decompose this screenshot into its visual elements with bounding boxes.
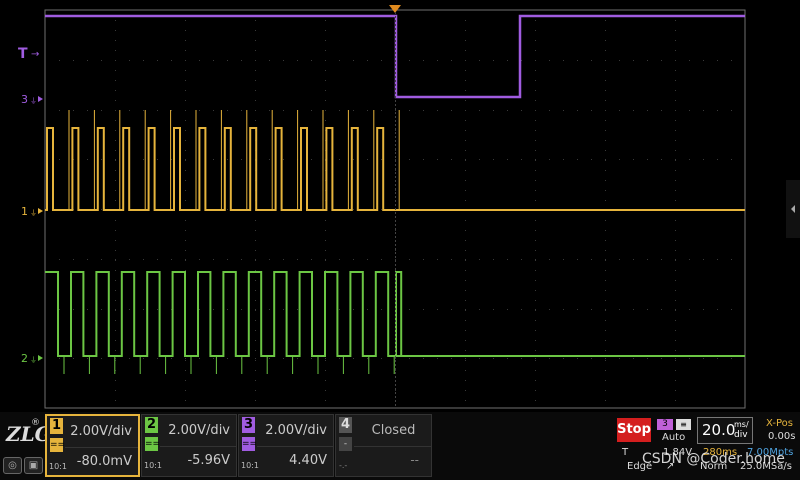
ch2-arrow-icon <box>38 355 43 361</box>
ch1-ground-icon: ⏚ <box>30 209 37 217</box>
ch1-arrow-icon <box>38 208 43 214</box>
ch2-spikes <box>63 356 395 374</box>
channel-3-number: 3 <box>242 417 255 433</box>
run-stop-button[interactable]: Stop <box>617 418 651 442</box>
ch1-ground-marker[interactable]: 1 <box>21 205 28 218</box>
xpos-value: 0.00s <box>768 431 796 442</box>
brand-logo-reg: ® <box>31 418 40 428</box>
dc-coupling-icon: == <box>145 437 161 451</box>
divider <box>65 447 138 448</box>
channel-3-panel[interactable]: 3 == 10:1 2.00V/div 4.40V <box>238 414 334 477</box>
channel-4-number: 4 <box>339 417 352 433</box>
channel-4-offset: -- <box>410 453 419 467</box>
probe-ratio: -.- <box>339 461 348 470</box>
waveform-display[interactable]: T → 3 ⏚ 1 ⏚ 2 ⏚ <box>0 0 800 412</box>
channel-1-scale: 2.00V/div <box>70 424 132 439</box>
screenshot-icon[interactable]: ◎ <box>3 457 22 474</box>
timebase-unit-top: ms/ <box>734 420 749 429</box>
timebase-unit-bottom: div <box>734 430 748 440</box>
probe-ratio: 10:1 <box>144 461 162 470</box>
probe-ratio: 10:1 <box>241 461 259 470</box>
trigger-mode[interactable]: Auto <box>662 432 685 443</box>
timebase-box[interactable]: 20.0 ms/ div <box>697 417 753 444</box>
channel-1-number: 1 <box>50 418 63 434</box>
channel-3-offset: 4.40V <box>289 453 327 468</box>
trigger-source-badge[interactable]: 3 <box>657 419 673 430</box>
channel-2-offset: -5.96V <box>187 453 230 468</box>
trigger-arrow-icon: → <box>31 49 39 60</box>
trigger-position-marker[interactable] <box>389 5 401 13</box>
timebase-value: 20.0 <box>702 421 736 439</box>
channel-2-number: 2 <box>145 417 158 433</box>
dc-coupling-icon: == <box>242 437 258 451</box>
channel-4-panel[interactable]: 4 - -.- Closed -- <box>335 414 432 477</box>
channel-3-scale: 2.00V/div <box>265 423 327 438</box>
dc-coupling-icon: == <box>50 438 66 452</box>
channel-4-status: Closed <box>371 423 416 438</box>
ch3-ground-icon: ⏚ <box>30 97 37 105</box>
coupling-icon: - <box>339 437 352 451</box>
probe-ratio: 10:1 <box>49 462 67 471</box>
ch1-spikes <box>68 110 400 210</box>
ch2-ground-icon: ⏚ <box>30 356 37 364</box>
trigger-label: T <box>622 447 629 458</box>
divider <box>160 446 236 447</box>
ch3-ground-marker[interactable]: 3 <box>21 93 28 106</box>
xpos-label: X-Pos <box>766 418 793 429</box>
channel-1-offset: -80.0mV <box>76 454 132 469</box>
channel-2-scale: 2.00V/div <box>168 423 230 438</box>
watermark: CSDN @Coder.home <box>642 451 785 467</box>
divider <box>257 446 333 447</box>
ch2-ground-marker[interactable]: 2 <box>21 352 28 365</box>
trigger-level-marker[interactable]: T <box>18 46 28 62</box>
trigger-coupling-icon: ≡ <box>676 419 691 430</box>
channel-1-panel[interactable]: 1 == 10:1 2.00V/div -80.0mV <box>45 414 140 477</box>
channel-2-panel[interactable]: 2 == 10:1 2.00V/div -5.96V <box>141 414 237 477</box>
ch3-arrow-icon <box>38 96 43 102</box>
storage-icon[interactable]: ▣ <box>24 457 43 474</box>
divider <box>354 446 431 447</box>
